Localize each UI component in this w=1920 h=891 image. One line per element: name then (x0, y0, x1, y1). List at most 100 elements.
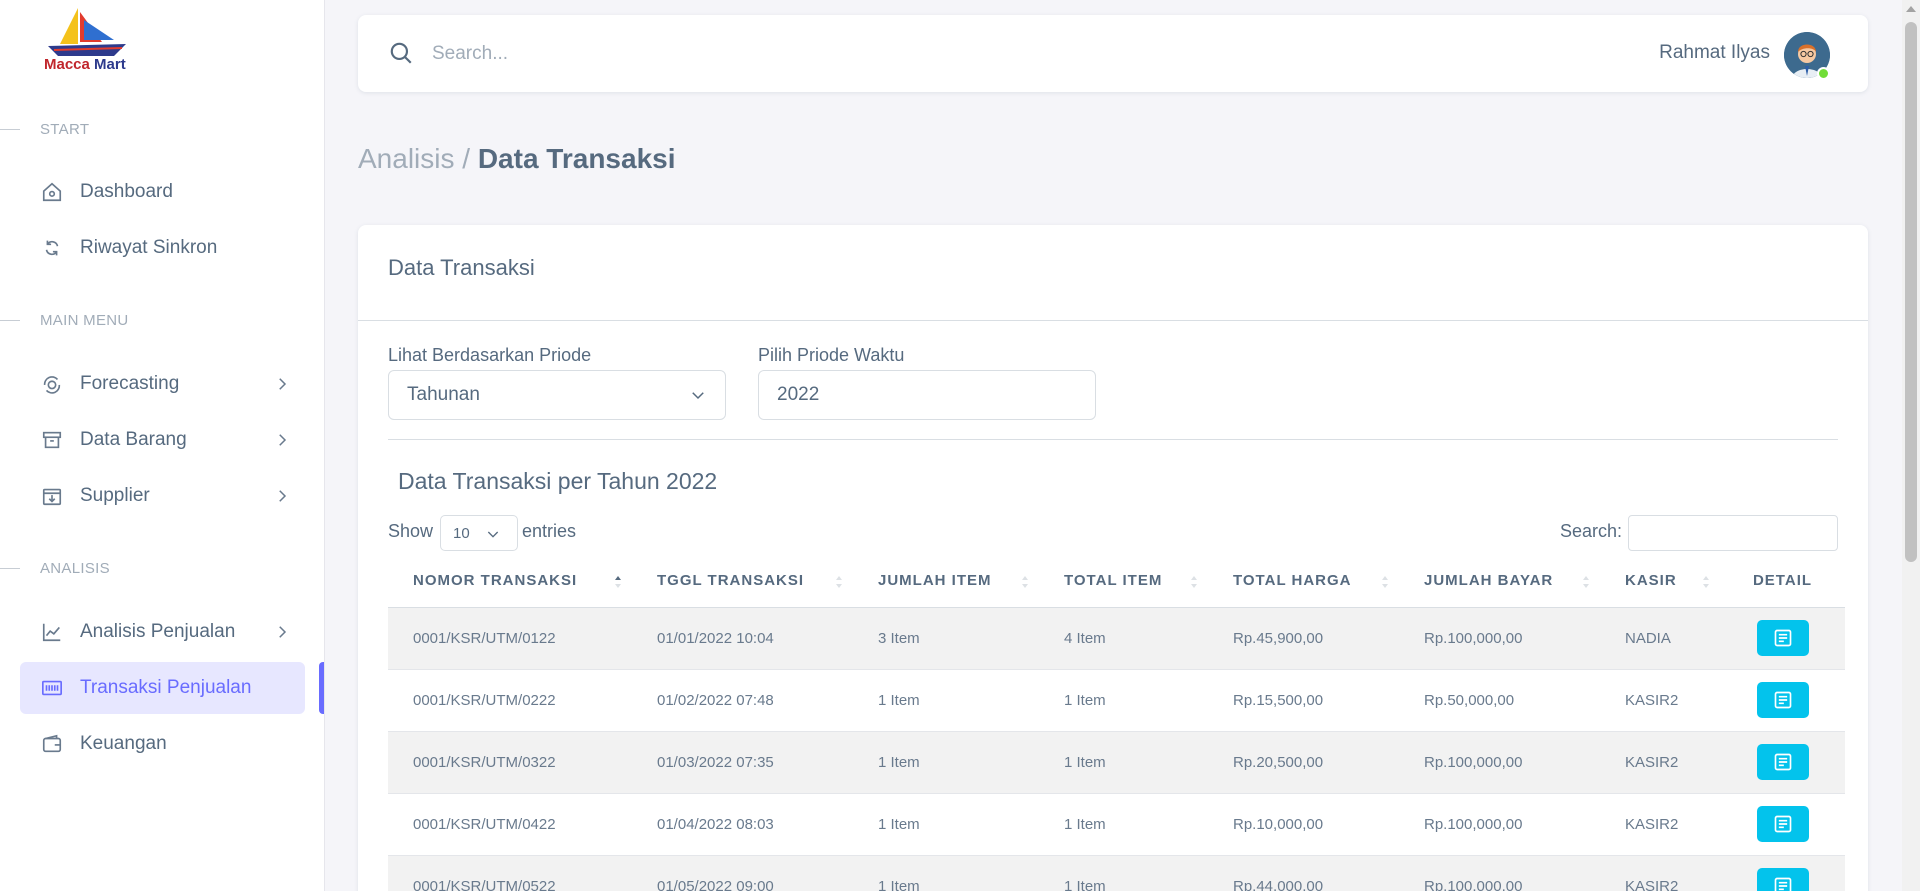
sidebar-item-keuangan[interactable]: Keuangan (20, 718, 305, 770)
ship-logo-icon (48, 8, 126, 56)
period-select[interactable]: Tahunan (388, 370, 726, 420)
time-period-input[interactable] (758, 370, 1096, 420)
detail-button[interactable] (1756, 806, 1809, 842)
cell-total-harga: Rp.20,500,00 (1208, 731, 1399, 794)
column-header-tggl-transaksi[interactable]: TGGL TRANSAKSI (632, 555, 853, 608)
cell-jumlah-item: 1 Item (853, 793, 1039, 856)
wallet-icon (40, 732, 64, 756)
cell-total-harga: Rp.10,000,00 (1208, 793, 1399, 856)
scroll-up-arrow-icon[interactable] (1906, 6, 1916, 12)
column-header-total-harga[interactable]: TOTAL HARGA (1208, 555, 1399, 608)
sidebar-item-forecasting[interactable]: Forecasting (20, 358, 305, 410)
breadcrumb-parent[interactable]: Analisis / (358, 143, 470, 174)
cell-total-item: 1 Item (1039, 731, 1208, 794)
table-title: Data Transaksi per Tahun 2022 (398, 468, 718, 494)
menu-header-analisis: ANALISIS (0, 558, 110, 578)
table-search-input[interactable] (1628, 515, 1838, 551)
barcode-icon (40, 676, 64, 700)
detail-button[interactable] (1756, 868, 1809, 891)
cell-total-harga: Rp.45,900,00 (1208, 607, 1399, 670)
column-header-jumlah-bayar[interactable]: JUMLAH BAYAR (1399, 555, 1600, 608)
card-divider (358, 320, 1868, 321)
sidebar-item-label: Riwayat Sinkron (80, 237, 218, 258)
column-header-kasir[interactable]: KASIR (1600, 555, 1720, 608)
column-header-nomor-transaksi[interactable]: NOMOR TRANSAKSI (388, 555, 632, 608)
cell-detail (1720, 855, 1845, 891)
cell-total-item: 4 Item (1039, 607, 1208, 670)
cell-kasir: NADIA (1600, 607, 1720, 670)
online-status-dot (1817, 67, 1830, 80)
table-row: 0001/KSR/UTM/0122 01/01/2022 10:04 3 Ite… (388, 607, 1845, 670)
sort-icon (1382, 576, 1388, 588)
cell-total-harga: Rp.44,000,00 (1208, 855, 1399, 891)
cell-nomor-transaksi: 0001/KSR/UTM/0422 (388, 793, 632, 856)
cell-kasir: KASIR2 (1600, 731, 1720, 794)
cell-nomor-transaksi: 0001/KSR/UTM/0322 (388, 731, 632, 794)
receipt-icon (1774, 815, 1791, 833)
home-icon (40, 180, 64, 204)
cell-jumlah-item: 1 Item (853, 855, 1039, 891)
chevron-right-icon (279, 434, 287, 446)
receipt-icon (1774, 691, 1791, 709)
table-search-label: Search: (1559, 521, 1622, 541)
cell-jumlah-item: 3 Item (853, 607, 1039, 670)
sort-icon (1703, 576, 1709, 588)
sidebar-item-transaksi-penjualan[interactable]: Transaksi Penjualan (20, 662, 305, 714)
brand-name: Macca Mart (44, 56, 126, 73)
cell-nomor-transaksi: 0001/KSR/UTM/0522 (388, 855, 632, 891)
sidebar-item-riwayat-sinkron[interactable]: Riwayat Sinkron (20, 222, 305, 274)
cell-total-harga: Rp.15,500,00 (1208, 669, 1399, 732)
cell-total-item: 1 Item (1039, 669, 1208, 732)
detail-button[interactable] (1756, 744, 1809, 780)
box-download-icon (40, 484, 64, 508)
cell-kasir: KASIR2 (1600, 793, 1720, 856)
sidebar-item-label: Keuangan (80, 733, 167, 754)
sidebar-item-label: Supplier (80, 485, 150, 506)
active-indicator (319, 662, 324, 714)
cell-kasir: KASIR2 (1600, 855, 1720, 891)
transactions-table: NOMOR TRANSAKSI TGGL TRANSAKSI JUMLAH IT… (388, 555, 1845, 891)
cell-jumlah-bayar: Rp.50,000,00 (1399, 669, 1600, 732)
transaction-card: Data Transaksi Lihat Berdasarkan Priode … (358, 225, 1868, 891)
cell-detail (1720, 669, 1845, 732)
cell-tggl-transaksi: 01/05/2022 09:00 (632, 855, 853, 891)
entries-length-select[interactable]: 10 (440, 515, 518, 551)
table-row: 0001/KSR/UTM/0522 01/05/2022 09:00 1 Ite… (388, 855, 1845, 891)
user-name: Rahmat Ilyas (1659, 42, 1770, 63)
cell-nomor-transaksi: 0001/KSR/UTM/0122 (388, 607, 632, 670)
forecast-icon (40, 372, 64, 396)
chevron-down-icon (487, 531, 499, 538)
sidebar-item-dashboard[interactable]: Dashboard (20, 166, 305, 218)
cell-detail (1720, 607, 1845, 670)
cell-tggl-transaksi: 01/01/2022 10:04 (632, 607, 853, 670)
brand-logo[interactable]: Macca Mart (40, 4, 140, 76)
sort-icon (1022, 576, 1028, 588)
page-title: Data Transaksi (477, 143, 676, 174)
sidebar-item-data-barang[interactable]: Data Barang (20, 414, 305, 466)
breadcrumb: Analisis / Data Transaksi (358, 143, 676, 175)
line-chart-icon (40, 620, 64, 644)
cell-tggl-transaksi: 01/02/2022 07:48 (632, 669, 853, 732)
sidebar-item-analisis-penjualan[interactable]: Analisis Penjualan (20, 606, 305, 658)
column-header-total-item[interactable]: TOTAL ITEM (1039, 555, 1208, 608)
form-divider (388, 439, 1838, 440)
cell-tggl-transaksi: 01/04/2022 08:03 (632, 793, 853, 856)
cell-jumlah-bayar: Rp.100,000,00 (1399, 793, 1600, 856)
receipt-icon (1774, 877, 1791, 891)
global-search-input[interactable] (432, 37, 1032, 71)
chevron-right-icon (279, 490, 287, 502)
sidebar-item-label: Analisis Penjualan (80, 621, 236, 642)
cell-jumlah-bayar: Rp.100,000,00 (1399, 731, 1600, 794)
sort-asc-icon (615, 576, 621, 588)
scrollbar-thumb[interactable] (1905, 22, 1917, 562)
detail-button[interactable] (1756, 682, 1809, 718)
cell-tggl-transaksi: 01/03/2022 07:35 (632, 731, 853, 794)
menu-header-start: START (0, 119, 89, 139)
cell-detail (1720, 793, 1845, 856)
chevron-right-icon (279, 378, 287, 390)
column-header-jumlah-item[interactable]: JUMLAH ITEM (853, 555, 1039, 608)
detail-button[interactable] (1756, 620, 1809, 656)
sidebar-item-supplier[interactable]: Supplier (20, 470, 305, 522)
sidebar-item-label: Data Barang (80, 429, 187, 450)
page-scrollbar[interactable] (1902, 0, 1920, 891)
